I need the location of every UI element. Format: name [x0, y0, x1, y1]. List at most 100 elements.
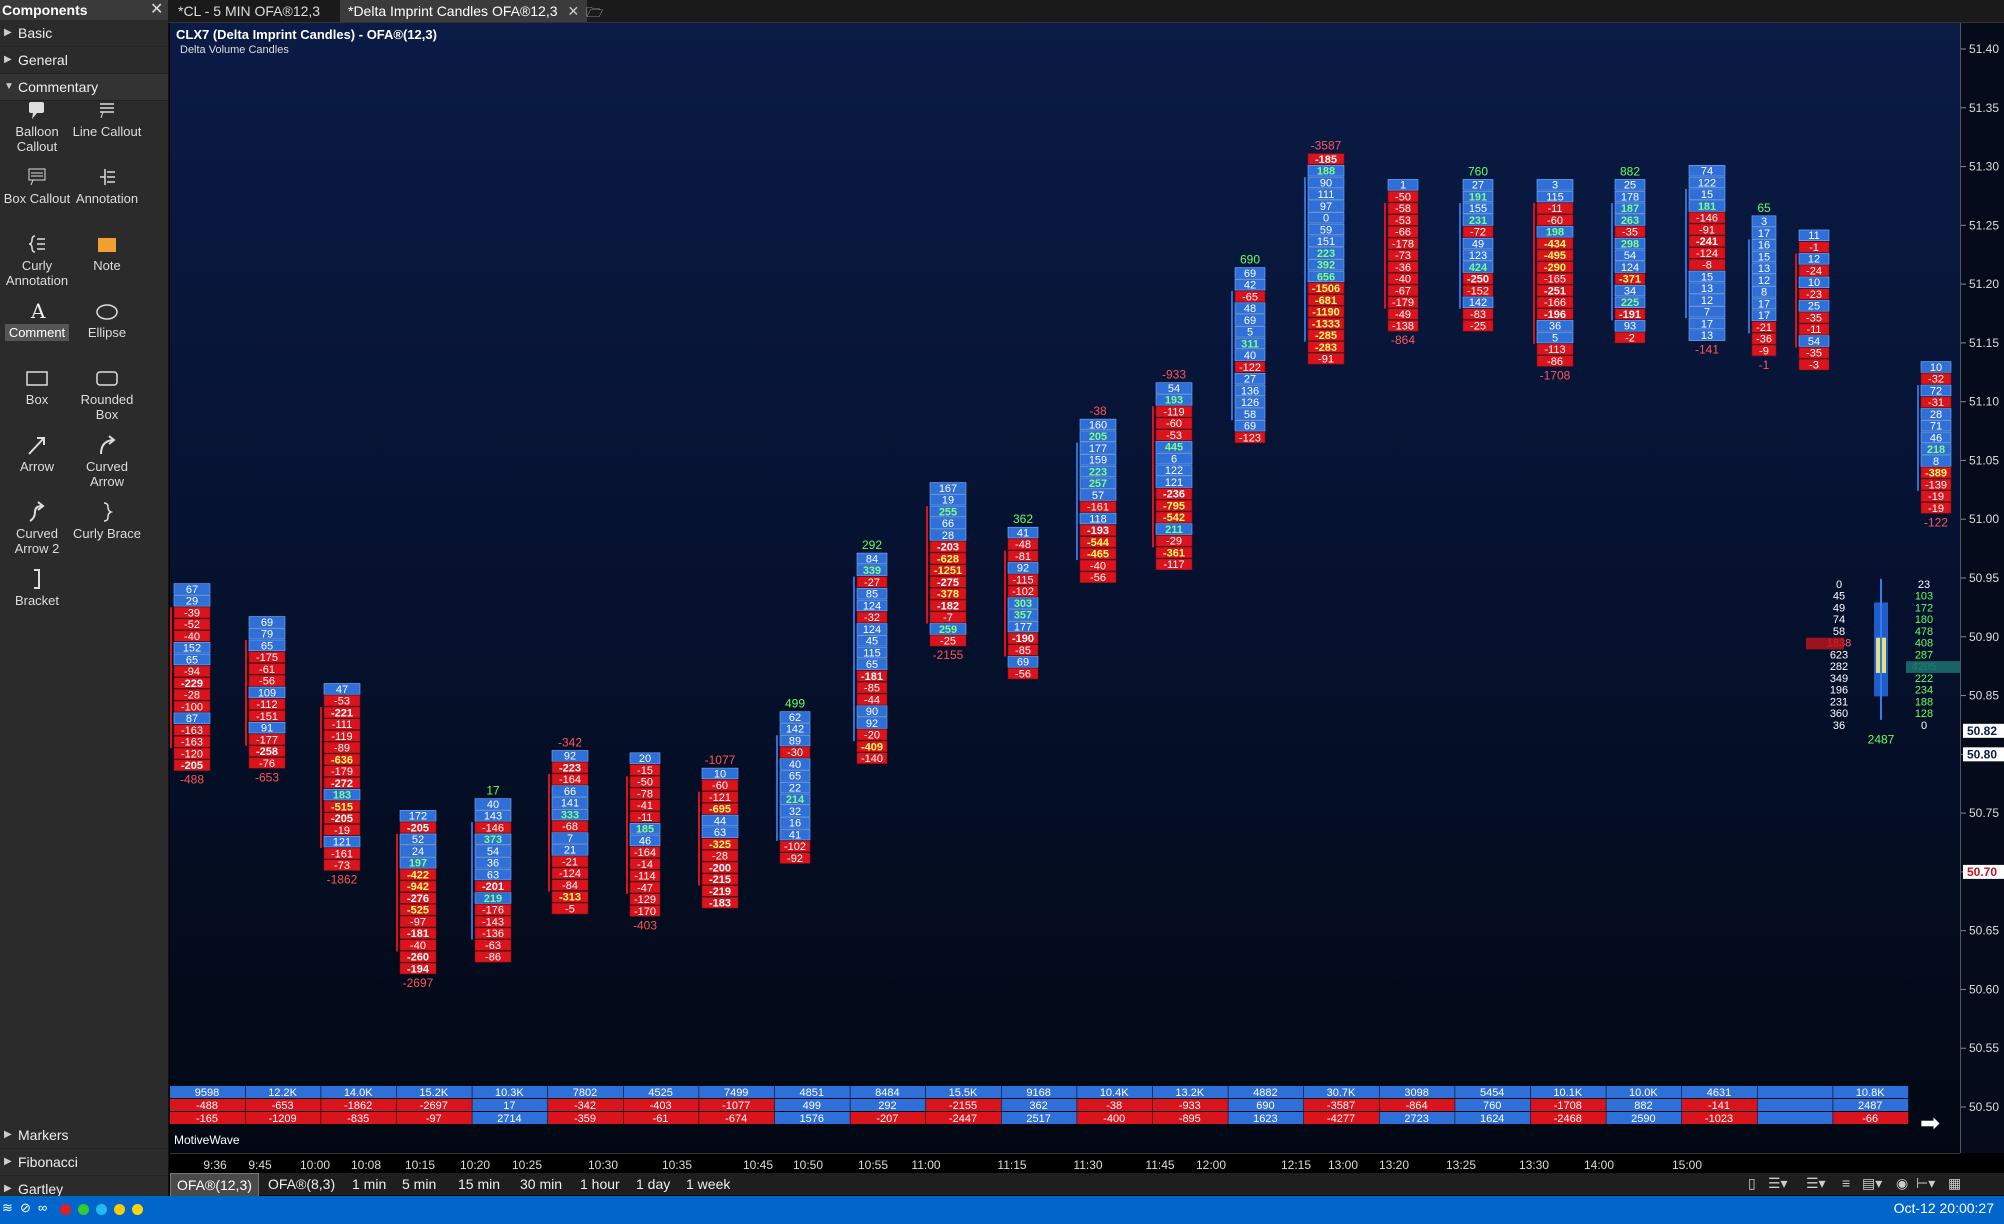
wifi-icon: ≋ [2, 1200, 13, 1215]
bar-size-5min[interactable]: 5 min [396, 1173, 442, 1195]
layout-icon[interactable]: ▯ [1748, 1175, 1756, 1192]
close-tab-icon[interactable]: ✕ [568, 3, 580, 19]
footprint-value: 16 [789, 818, 801, 830]
footprint-value: -28 [184, 690, 200, 702]
price-axis-labels: 51.40 51.35 51.30 51.25 51.20 51.15 51.10 51.05… [1961, 42, 2004, 1114]
bar-size-30min[interactable]: 30 min [514, 1173, 568, 1195]
ruler-icon[interactable]: ⊢▾ [1916, 1175, 1935, 1192]
footprint-value: -434 [1544, 238, 1567, 250]
footprint-value: -65 [1242, 291, 1258, 303]
bar-size-1hour[interactable]: 1 hour [574, 1173, 626, 1195]
bar-size-1min[interactable]: 1 min [346, 1173, 392, 1195]
summary-value: -1209 [269, 1113, 297, 1125]
time-tick-label: 14:00 [1584, 1158, 1614, 1172]
footprint-value: 142 [1469, 297, 1487, 309]
chart-settings-icon[interactable]: ▤▾ [1862, 1175, 1882, 1192]
footprint-value: 257 [1089, 478, 1107, 490]
footprint-value: 231 [1469, 215, 1487, 227]
footprint-value: 57 [1092, 490, 1104, 502]
footprint-value: -89 [334, 743, 350, 755]
footprint-value: -117 [1163, 559, 1184, 571]
section-commentary[interactable]: ▼ Commentary [0, 74, 168, 101]
bar-size-ofa-8-3[interactable]: OFA®(8,3) [262, 1173, 341, 1195]
tool-box[interactable]: Box [0, 366, 74, 407]
candle-delta-label: -933 [1162, 368, 1186, 382]
tool-balloon-callout[interactable]: Balloon Callout [0, 98, 74, 154]
summary-value: -653 [272, 1100, 294, 1112]
list-icon[interactable]: ≡ [1842, 1175, 1850, 1191]
footprint-value: -119 [1163, 406, 1184, 418]
section-fibonacci[interactable]: ▶ Fibonacci [0, 1149, 168, 1176]
footprint-value: -9 [1759, 345, 1769, 357]
footprint-value: 27 [1244, 374, 1256, 386]
footprint-value: -113 [1544, 344, 1565, 356]
tool-ellipse[interactable]: Ellipse [70, 299, 144, 340]
footprint-value: 25 [1624, 180, 1636, 192]
section-general[interactable]: ▶ General [0, 47, 168, 74]
footprint-value: 13 [1701, 330, 1713, 342]
price-tick-label: 50.95 [1969, 571, 1999, 585]
footprint-value: 40 [789, 759, 801, 771]
footprint-value: -164 [634, 847, 656, 859]
price-tick-label: 50.65 [1969, 924, 1999, 938]
tool-box-callout[interactable]: Box Callout [0, 165, 74, 206]
eye-icon[interactable]: ◉ [1896, 1175, 1908, 1192]
close-panel-icon[interactable]: ✕ [150, 0, 163, 19]
footprint-value: -241 [1696, 236, 1718, 248]
tool-bracket[interactable]: Bracket [0, 567, 74, 608]
summary-value: 4882 [1253, 1087, 1277, 1099]
footprint-value: -115 [1012, 574, 1033, 586]
bar-size-ofa-12-3[interactable]: OFA®(12,3) [170, 1173, 259, 1197]
tool-line-callout[interactable]: Line Callout [70, 98, 144, 139]
tool-note[interactable]: Note [70, 232, 144, 273]
tool-curved-arrow[interactable]: Curved Arrow [70, 433, 144, 489]
bar-size-1day[interactable]: 1 day [630, 1173, 676, 1195]
footprint-value: -191 [1619, 309, 1641, 321]
tool-annotation[interactable]: Annotation [70, 165, 144, 206]
price-axis[interactable]: 51.40 51.35 51.30 51.25 51.20 51.15 51.10 51.05… [1960, 23, 2004, 1153]
tool-curved-arrow-2[interactable]: Curved Arrow 2 [0, 500, 74, 556]
section-markers[interactable]: ▶ Markers [0, 1122, 168, 1149]
candle-delta-label: 362 [1013, 512, 1033, 526]
tool-rounded-box[interactable]: Rounded Box [70, 366, 144, 422]
section-basic[interactable]: ▶ Basic [0, 20, 168, 47]
tool-arrow[interactable]: Arrow [0, 433, 74, 474]
tool-curly-annotation[interactable]: Curly Annotation [0, 232, 74, 288]
price-tick-label: 51.30 [1969, 160, 1999, 174]
bar-size-1week[interactable]: 1 week [680, 1173, 736, 1195]
scroll-right-icon[interactable]: ➡ [1910, 1110, 1950, 1138]
tab-cl-5min[interactable]: *CL - 5 MIN OFA®12,3 [170, 0, 328, 22]
tool-curly-brace[interactable]: Curly Brace [70, 500, 144, 541]
footprint-value: -7 [943, 612, 953, 624]
footprint-chart[interactable]: 6729-39-52-4015265-94-229-28-10087-163-1… [170, 23, 1960, 1153]
footprint-value: -146 [1696, 213, 1718, 225]
footprint-value: -85 [1015, 645, 1031, 657]
last-bar-ask: 287 [1915, 649, 1933, 661]
time-tick-label: 11:45 [1145, 1158, 1174, 1172]
calendar-icon[interactable]: ▦ [1948, 1175, 1961, 1192]
chart-area[interactable]: 67 29 -39 -52 -40 152 65 -94 -229 -28 -100 87 -163 -1… [170, 23, 1960, 1153]
align-left-icon[interactable]: ☰▾ [1768, 1175, 1788, 1192]
time-axis[interactable]: 9:36 9:45 10:00 10:08 10:15 10:20 10:25 10:30 10… [170, 1153, 1960, 1174]
footprint-value: -250 [1467, 274, 1489, 286]
footprint-value: 29 [186, 596, 198, 608]
align-center-icon[interactable]: ☰▾ [1806, 1175, 1826, 1192]
footprint-value: -23 [1806, 289, 1822, 301]
tool-comment[interactable]: A Comment [0, 299, 74, 341]
footprint-value: -179 [331, 766, 353, 778]
footprint-value: 183 [333, 790, 351, 802]
last-bar-bid: 282 [1830, 661, 1848, 673]
chain-icon[interactable]: ∞ [38, 1200, 47, 1215]
bar-size-15min[interactable]: 15 min [452, 1173, 506, 1195]
summary-value: -835 [347, 1113, 369, 1125]
footprint-value: 5 [1247, 327, 1253, 339]
price-tick-label: 50.50 [1969, 1100, 1999, 1114]
candle: 40143-146373543663-201219-176-143-136-63… [471, 784, 512, 964]
footprint-value: 10 [1930, 362, 1942, 374]
footprint-value: -176 [482, 905, 504, 917]
summary-value: 15.5K [949, 1087, 978, 1099]
footprint-value: 40 [1244, 350, 1256, 362]
footprint-value: 65 [186, 654, 198, 666]
tab-delta-imprint[interactable]: *Delta Imprint Candles OFA®12,3 ✕ [340, 0, 588, 22]
link-icon[interactable]: ⊘ [20, 1200, 31, 1216]
